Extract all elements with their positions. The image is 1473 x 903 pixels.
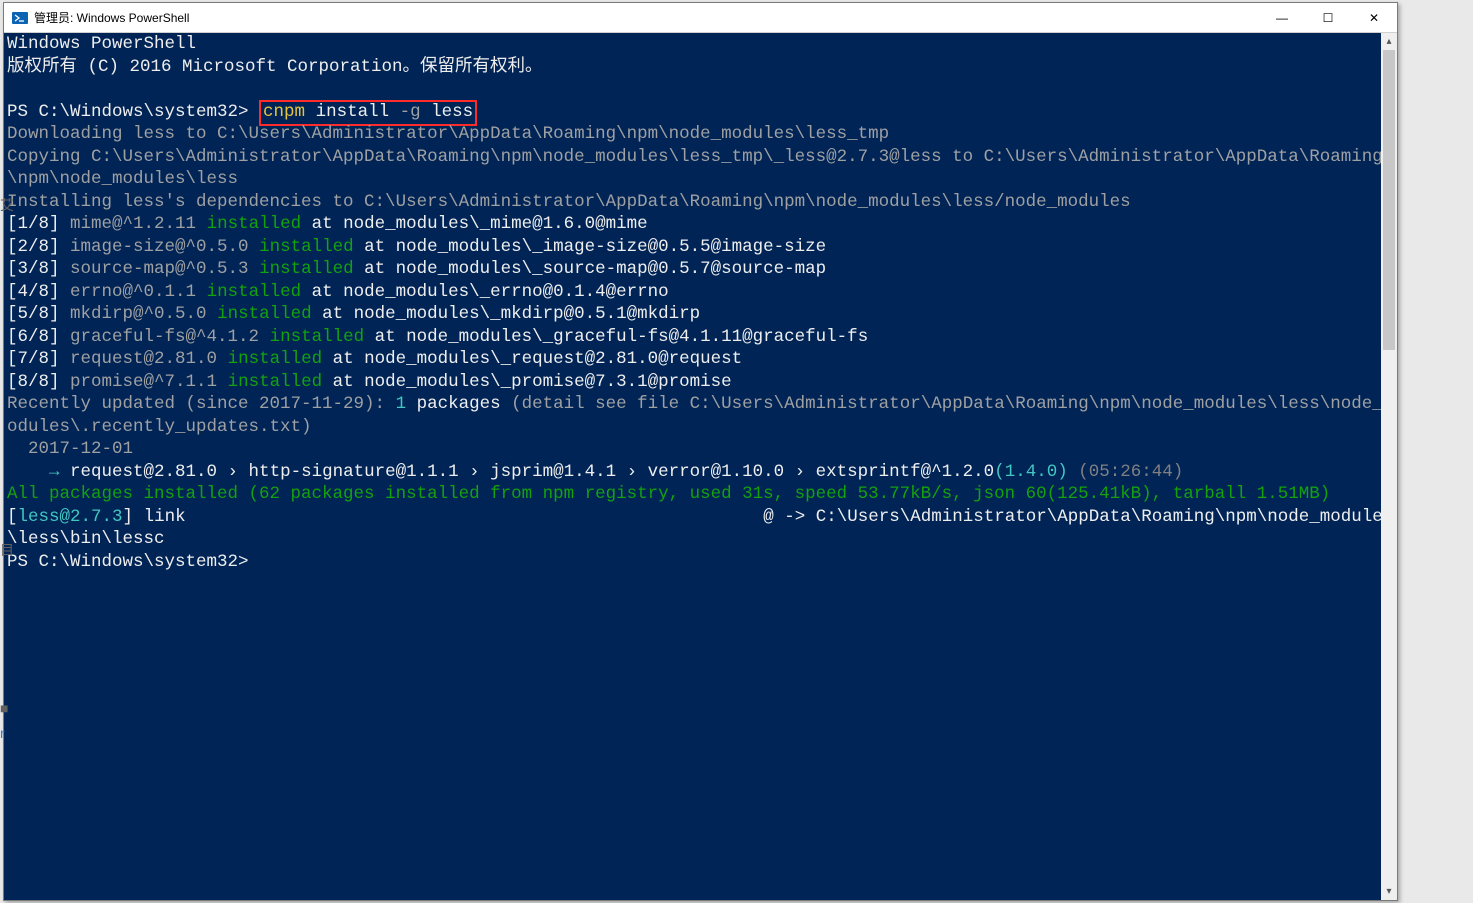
scroll-track[interactable] bbox=[1381, 50, 1397, 883]
chain-arrow: → bbox=[7, 462, 70, 482]
recently-pre: Recently updated (since 2017-11-29): bbox=[7, 394, 396, 414]
powershell-icon bbox=[12, 10, 28, 26]
installing-line: Installing less's dependencies to C:\Use… bbox=[7, 192, 1131, 212]
cmd-target: less bbox=[431, 102, 473, 122]
install-list: [1/8] mime@^1.2.11 installed at node_mod… bbox=[7, 214, 868, 392]
date-line: 2017-12-01 bbox=[7, 439, 133, 459]
prompt: PS C:\Windows\system32> bbox=[7, 102, 259, 122]
link-word: link bbox=[133, 507, 186, 527]
chain-ver: (1.4.0) bbox=[994, 462, 1068, 482]
background-artifact: 艾 目 ■ r bbox=[0, 0, 3, 903]
downloading-line: Downloading less to C:\Users\Administrat… bbox=[7, 124, 889, 144]
cmd-arg: install bbox=[316, 102, 390, 122]
chain-text: request@2.81.0 › http-signature@1.1.1 › … bbox=[70, 462, 994, 482]
ps-copyright: 版权所有 (C) 2016 Microsoft Corporation。保留所有… bbox=[7, 57, 543, 77]
scroll-down-button[interactable]: ▾ bbox=[1381, 883, 1397, 900]
cmd-flag: -g bbox=[400, 102, 421, 122]
prompt-final: PS C:\Windows\system32> bbox=[7, 552, 259, 572]
close-button[interactable]: ✕ bbox=[1351, 3, 1397, 33]
minimize-button[interactable]: — bbox=[1259, 3, 1305, 33]
scroll-up-button[interactable]: ▴ bbox=[1381, 33, 1397, 50]
titlebar[interactable]: 管理员: Windows PowerShell — ☐ ✕ bbox=[4, 3, 1397, 33]
scroll-thumb[interactable] bbox=[1383, 50, 1395, 350]
cmd-name: cnpm bbox=[263, 102, 305, 122]
highlighted-command: cnpm install -g less bbox=[259, 100, 477, 126]
chain-time: (05:26:44) bbox=[1068, 462, 1184, 482]
link-spaces bbox=[186, 507, 764, 527]
recently-mid: packages bbox=[406, 394, 511, 414]
link-pkg: less@2.7.3 bbox=[18, 507, 123, 527]
ps-header: Windows PowerShell bbox=[7, 34, 196, 54]
link-close: ] bbox=[123, 507, 134, 527]
recently-num: 1 bbox=[396, 394, 407, 414]
window-title: 管理员: Windows PowerShell bbox=[34, 9, 1259, 26]
all-installed: All packages installed (62 packages inst… bbox=[7, 484, 1330, 504]
copying-line: Copying C:\Users\Administrator\AppData\R… bbox=[7, 147, 1383, 190]
powershell-window: 管理员: Windows PowerShell — ☐ ✕ Windows Po… bbox=[3, 2, 1398, 901]
terminal-area[interactable]: Windows PowerShell 版权所有 (C) 2016 Microso… bbox=[4, 33, 1397, 900]
link-open: [ bbox=[7, 507, 18, 527]
maximize-button[interactable]: ☐ bbox=[1305, 3, 1351, 33]
vertical-scrollbar[interactable]: ▴ ▾ bbox=[1381, 33, 1397, 900]
terminal-output: Windows PowerShell 版权所有 (C) 2016 Microso… bbox=[7, 33, 1394, 573]
